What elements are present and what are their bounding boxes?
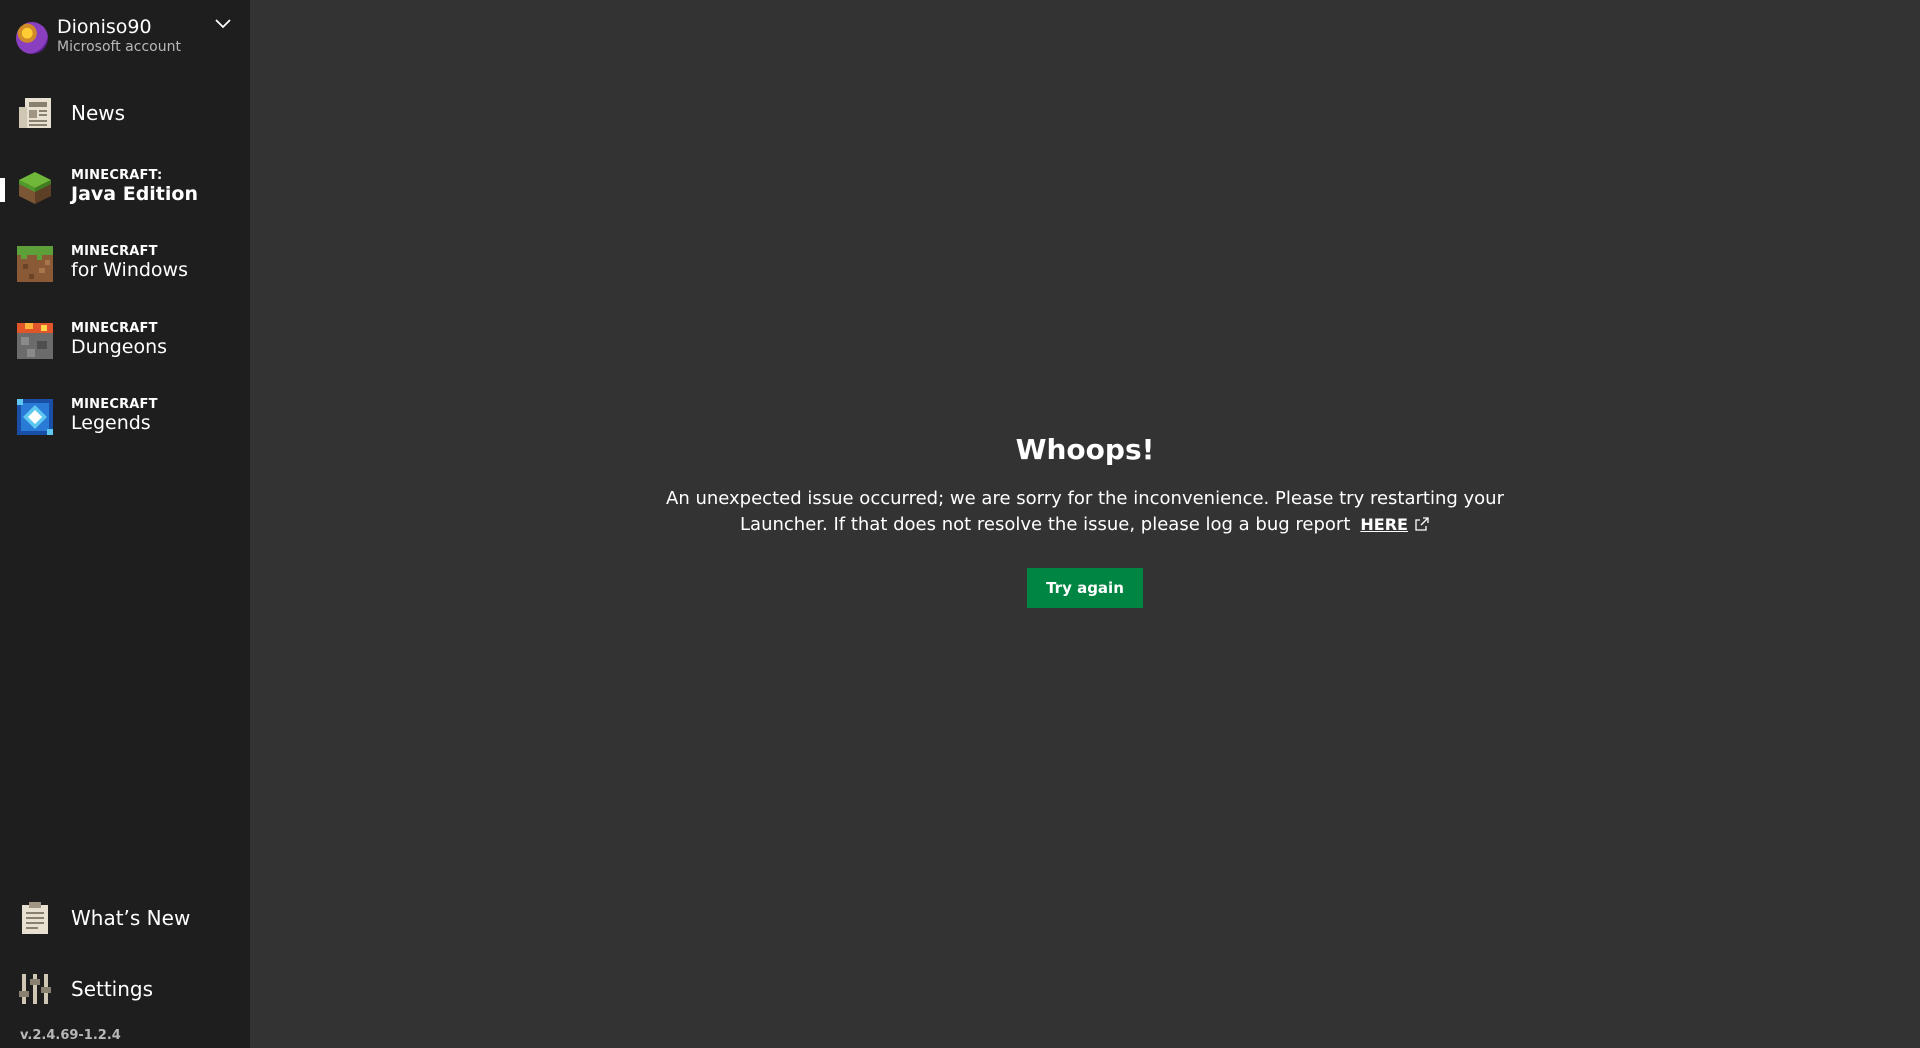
brand-label: MINECRAFT (71, 397, 158, 412)
sidebar-item-legends[interactable]: MINECRAFT Legends (0, 397, 250, 441)
sidebar-item-dungeons[interactable]: MINECRAFT Dungeons (0, 321, 250, 365)
bug-report-link[interactable]: HERE (1360, 515, 1430, 534)
sidebar-item-label: Settings (71, 977, 154, 1001)
account-info: Dioniso90 Microsoft account (57, 16, 181, 56)
clipboard-icon (22, 902, 48, 934)
sidebar-item-label: News (71, 101, 126, 125)
brand-label: MINECRAFT (71, 321, 158, 336)
edition-label: Dungeons (71, 336, 168, 358)
brand-label: MINECRAFT (71, 244, 158, 259)
try-again-button[interactable]: Try again (1027, 568, 1143, 608)
edition-label: for Windows (71, 259, 188, 281)
legends-block-icon (17, 399, 53, 435)
sidebar-item-settings[interactable]: Settings (0, 971, 250, 1007)
sidebar: Dioniso90 Microsoft account News MINECRA… (0, 0, 250, 1048)
sidebar-item-java-edition[interactable]: MINECRAFT: Java Edition (0, 168, 250, 212)
newspaper-icon (19, 98, 51, 128)
sidebar-item-windows[interactable]: MINECRAFT for Windows (0, 244, 250, 288)
main-content: Whoops! An unexpected issue occurred; we… (250, 0, 1920, 1048)
sidebar-item-label: What’s New (71, 906, 191, 930)
error-panel: Whoops! An unexpected issue occurred; we… (250, 430, 1920, 608)
sidebar-item-whats-new[interactable]: What’s New (0, 900, 250, 936)
edition-label: Legends (71, 412, 151, 434)
dungeons-block-icon (17, 323, 53, 359)
dirt-block-icon (17, 246, 53, 282)
edition-label: Java Edition (71, 183, 198, 205)
account-name: Dioniso90 (57, 16, 152, 38)
launcher-window: Dioniso90 Microsoft account News MINECRA… (0, 0, 1920, 1048)
avatar (16, 22, 48, 54)
brand-label: MINECRAFT: (71, 168, 163, 183)
error-message: An unexpected issue occurred; we are sor… (645, 486, 1525, 538)
error-title: Whoops! (1015, 433, 1155, 466)
bug-report-link-label: HERE (1360, 515, 1408, 534)
version-label: v.2.4.69-1.2.4 (20, 1028, 121, 1043)
external-link-icon (1415, 517, 1429, 531)
account-switcher[interactable]: Dioniso90 Microsoft account (0, 0, 250, 70)
sidebar-item-news[interactable]: News (0, 95, 250, 131)
chevron-down-icon[interactable] (214, 16, 232, 30)
account-type: Microsoft account (57, 39, 181, 55)
sliders-icon (19, 974, 51, 1004)
grass-block-icon (19, 172, 51, 204)
